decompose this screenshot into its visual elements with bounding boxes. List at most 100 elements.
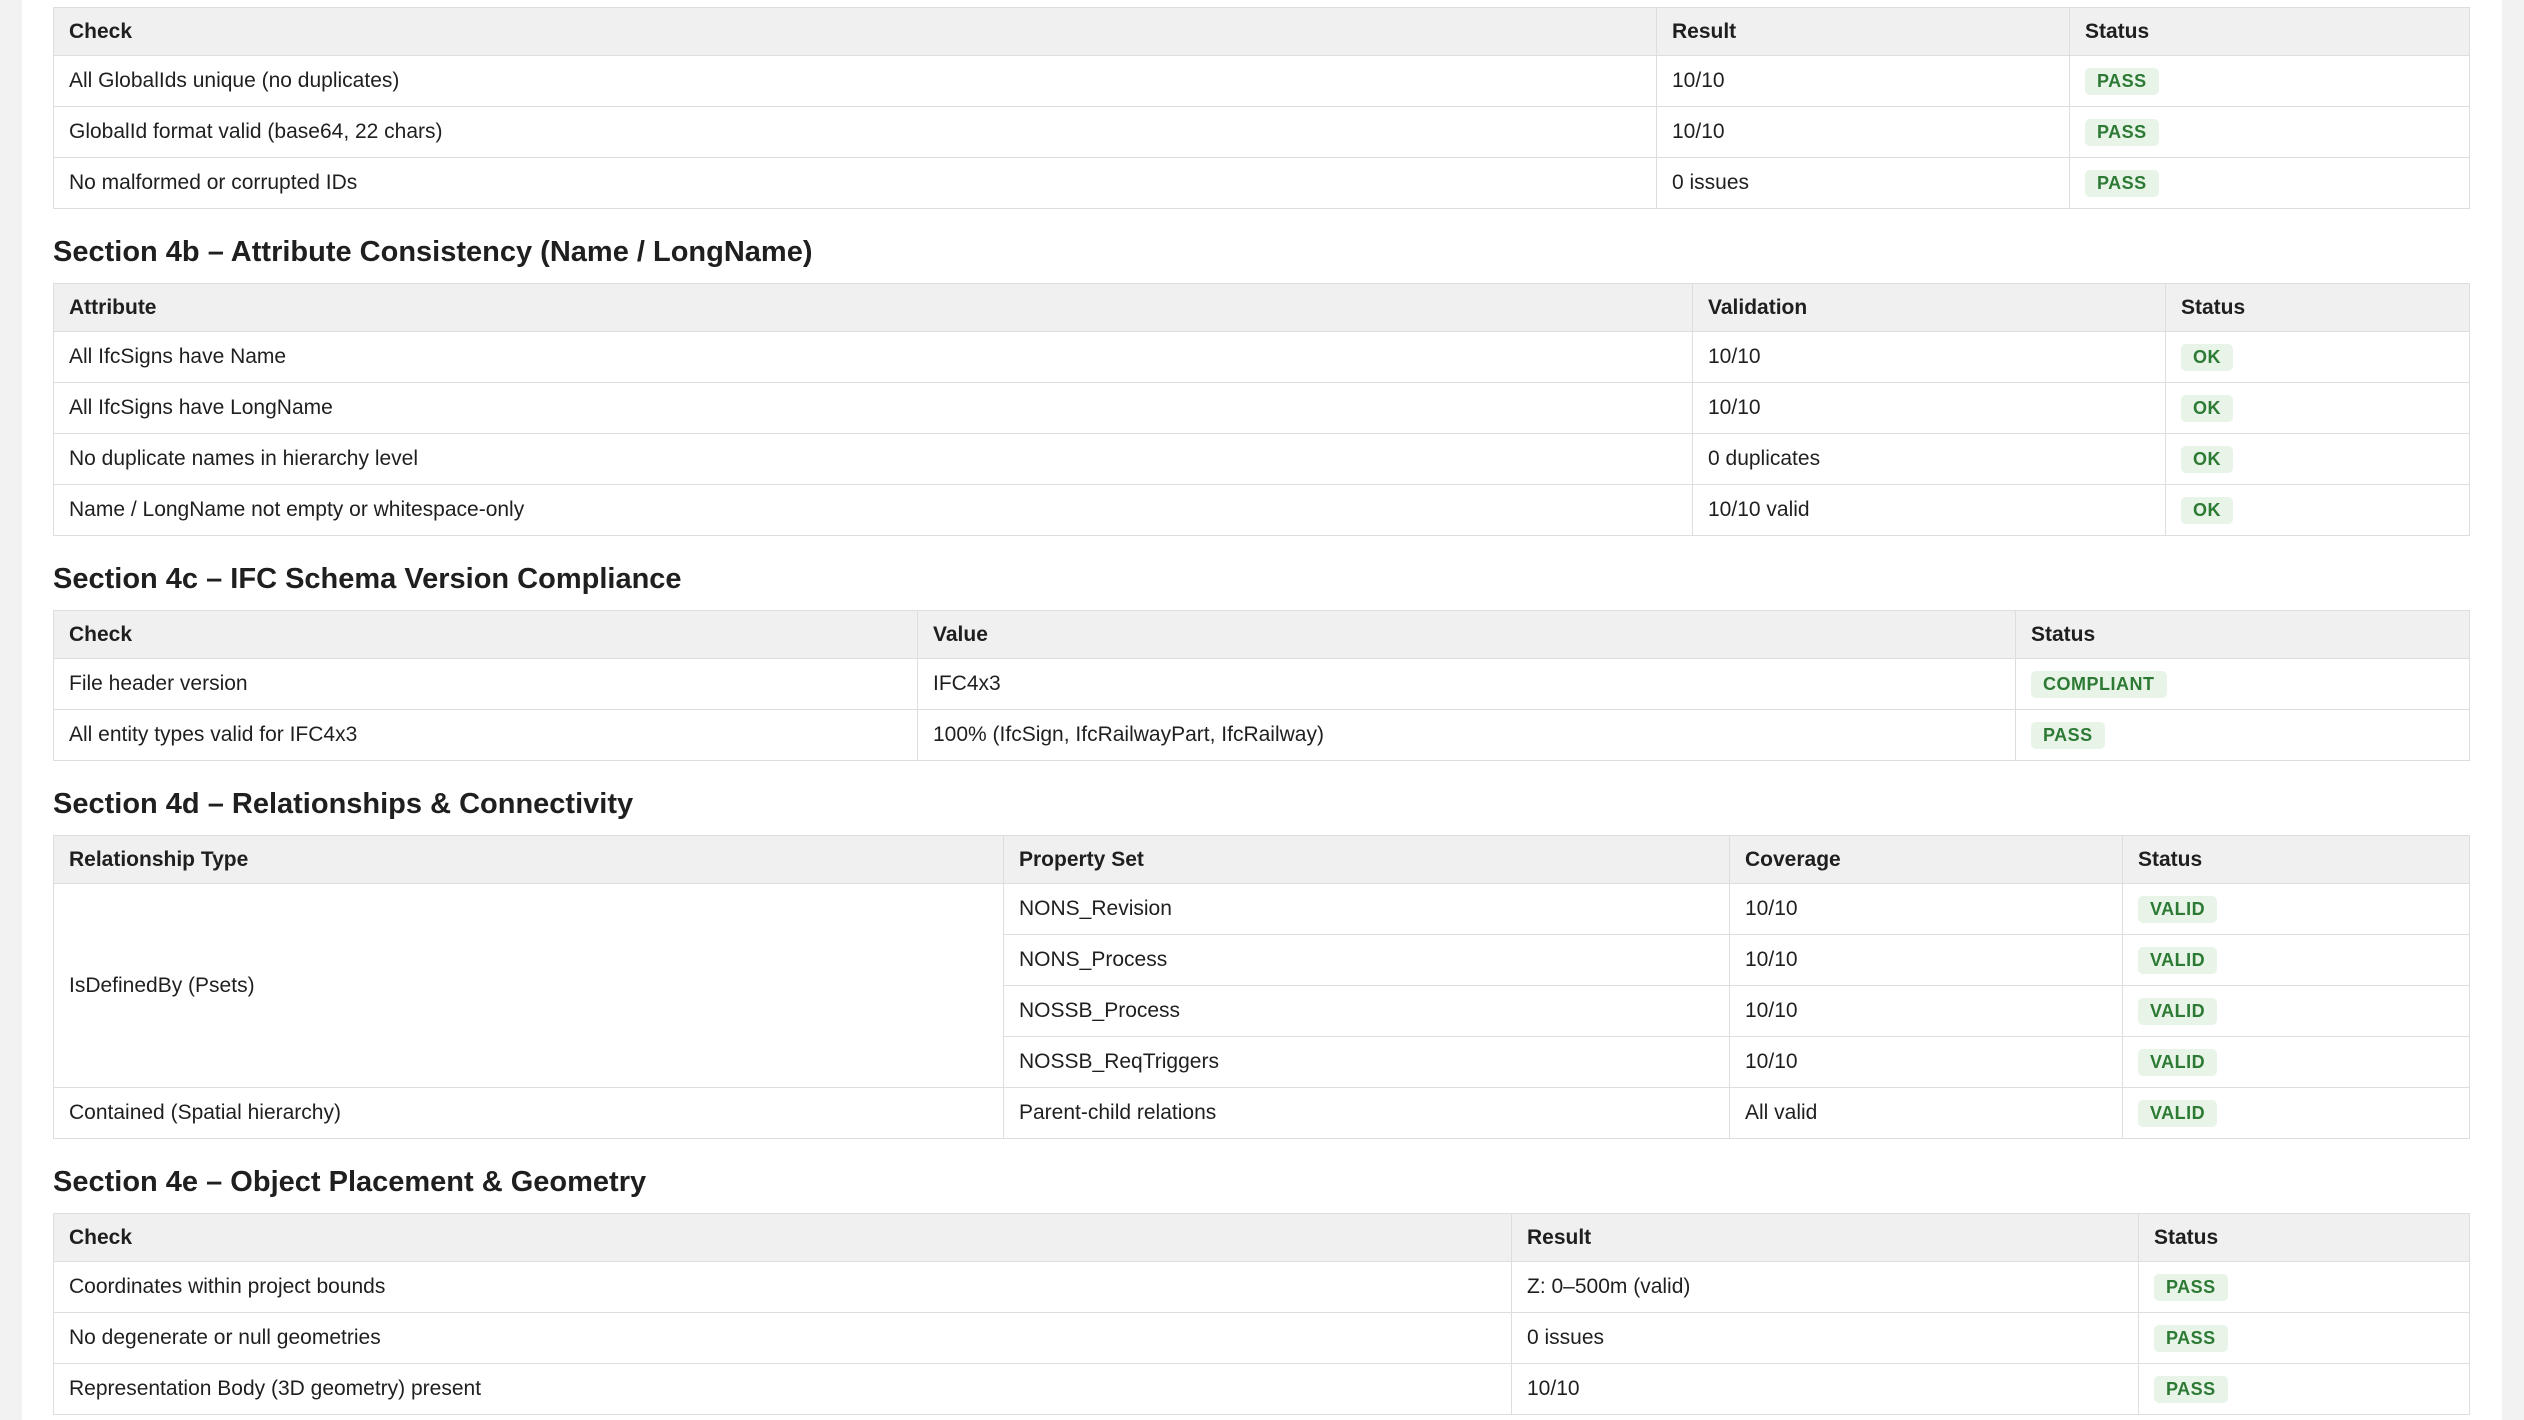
result-cell: 0 issues	[1656, 157, 2070, 209]
pset-cell: NONS_Process	[1003, 934, 1730, 986]
column-header: Value	[917, 610, 2016, 659]
check-cell: All GlobalIds unique (no duplicates)	[53, 55, 1657, 107]
status-badge: VALID	[2138, 895, 2218, 923]
column-header: Status	[2165, 283, 2470, 332]
check-cell: GlobalId format valid (base64, 22 chars)	[53, 106, 1657, 158]
placement-geometry-table: Check Result Status Coordinates within p…	[53, 1213, 2470, 1415]
coverage-cell: All valid	[1729, 1087, 2123, 1139]
check-cell: File header version	[53, 658, 918, 710]
coverage-cell: 10/10	[1729, 934, 2123, 986]
report-page: Check Result Status All GlobalIds unique…	[22, 0, 2502, 1420]
column-header: Coverage	[1729, 835, 2123, 884]
validation-cell: 10/10	[1692, 382, 2166, 434]
result-cell: 0 issues	[1511, 1312, 2139, 1364]
status-cell: PASS	[2069, 157, 2470, 209]
relationship-type-cell: IsDefinedBy (Psets)	[53, 883, 1004, 1088]
status-badge: PASS	[2031, 721, 2105, 749]
column-header: Result	[1511, 1213, 2139, 1262]
status-cell: VALID	[2122, 883, 2470, 935]
value-cell: 100% (IfcSign, IfcRailwayPart, IfcRailwa…	[917, 709, 2016, 761]
check-cell: All entity types valid for IFC4x3	[53, 709, 918, 761]
status-badge: PASS	[2085, 67, 2159, 95]
status-cell: OK	[2165, 484, 2470, 536]
column-header: Status	[2069, 7, 2470, 56]
schema-compliance-table: Check Value Status File header version I…	[53, 610, 2470, 761]
table-header-row: Check Value Status	[53, 610, 2470, 659]
column-header: Check	[53, 1213, 1512, 1262]
table-row: No malformed or corrupted IDs 0 issues P…	[53, 157, 2470, 209]
pset-cell: NOSSB_ReqTriggers	[1003, 1036, 1730, 1088]
status-cell: PASS	[2138, 1363, 2470, 1415]
check-cell: Representation Body (3D geometry) presen…	[53, 1363, 1512, 1415]
result-cell: 10/10	[1511, 1363, 2139, 1415]
section-title-4c: Section 4c – IFC Schema Version Complian…	[53, 563, 682, 595]
table-header-row: Check Result Status	[53, 7, 2470, 56]
report-content: Check Result Status All GlobalIds unique…	[53, 7, 2470, 1415]
status-badge: PASS	[2154, 1324, 2228, 1352]
validation-cell: 0 duplicates	[1692, 433, 2166, 485]
status-badge: OK	[2181, 445, 2233, 473]
status-badge: COMPLIANT	[2031, 670, 2167, 698]
status-cell: VALID	[2122, 1036, 2470, 1088]
table-row: Name / LongName not empty or whitespace-…	[53, 484, 2470, 536]
attribute-cell: All IfcSigns have Name	[53, 331, 1693, 383]
value-cell: IFC4x3	[917, 658, 2016, 710]
table-row: IsDefinedBy (Psets) NONS_Revision 10/10 …	[53, 883, 2470, 1088]
status-cell: VALID	[2122, 985, 2470, 1037]
status-badge: PASS	[2154, 1273, 2228, 1301]
status-cell: VALID	[2122, 934, 2470, 986]
check-cell: No malformed or corrupted IDs	[53, 157, 1657, 209]
column-header: Check	[53, 7, 1657, 56]
status-badge: VALID	[2138, 1048, 2218, 1076]
attribute-cell: Name / LongName not empty or whitespace-…	[53, 484, 1693, 536]
table-row: All IfcSigns have LongName 10/10 OK	[53, 382, 2470, 434]
column-header: Status	[2015, 610, 2470, 659]
validation-cell: 10/10	[1692, 331, 2166, 383]
coverage-cell: 10/10	[1729, 883, 2123, 935]
result-cell: 10/10	[1656, 55, 2070, 107]
column-header: Check	[53, 610, 918, 659]
status-badge: PASS	[2085, 169, 2159, 197]
coverage-cell: 10/10	[1729, 985, 2123, 1037]
status-badge: VALID	[2138, 1099, 2218, 1127]
status-badge: OK	[2181, 394, 2233, 422]
table-row: All IfcSigns have Name 10/10 OK	[53, 331, 2470, 383]
status-cell: PASS	[2069, 106, 2470, 158]
column-header: Relationship Type	[53, 835, 1004, 884]
check-cell: Coordinates within project bounds	[53, 1261, 1512, 1313]
table-row: No duplicate names in hierarchy level 0 …	[53, 433, 2470, 485]
table-header-row: Attribute Validation Status	[53, 283, 2470, 332]
column-header: Property Set	[1003, 835, 1730, 884]
table-row: Representation Body (3D geometry) presen…	[53, 1363, 2470, 1415]
result-cell: 10/10	[1656, 106, 2070, 158]
status-cell: COMPLIANT	[2015, 658, 2470, 710]
table-row: Coordinates within project bounds Z: 0–5…	[53, 1261, 2470, 1313]
column-header: Status	[2138, 1213, 2470, 1262]
relationship-type-cell: Contained (Spatial hierarchy)	[53, 1087, 1004, 1139]
status-badge: OK	[2181, 343, 2233, 371]
status-cell: PASS	[2015, 709, 2470, 761]
status-badge: PASS	[2085, 118, 2159, 146]
status-badge: VALID	[2138, 997, 2218, 1025]
section-title-4d: Section 4d – Relationships & Connectivit…	[53, 788, 634, 820]
relationships-table: Relationship Type Property Set Coverage …	[53, 835, 2470, 1139]
status-cell: OK	[2165, 382, 2470, 434]
column-header: Result	[1656, 7, 2070, 56]
status-badge: PASS	[2154, 1375, 2228, 1403]
status-cell: OK	[2165, 433, 2470, 485]
section-title-4b: Section 4b – Attribute Consistency (Name…	[53, 236, 813, 268]
table-header-row: Check Result Status	[53, 1213, 2470, 1262]
status-cell: PASS	[2069, 55, 2470, 107]
column-header: Status	[2122, 835, 2470, 884]
table-row: File header version IFC4x3 COMPLIANT	[53, 658, 2470, 710]
validation-cell: 10/10 valid	[1692, 484, 2166, 536]
status-cell: PASS	[2138, 1312, 2470, 1364]
result-cell: Z: 0–500m (valid)	[1511, 1261, 2139, 1313]
pset-cell: NOSSB_Process	[1003, 985, 1730, 1037]
section-title-4e: Section 4e – Object Placement & Geometry	[53, 1166, 647, 1198]
table-row: All GlobalIds unique (no duplicates) 10/…	[53, 55, 2470, 107]
attribute-cell: No duplicate names in hierarchy level	[53, 433, 1693, 485]
table-header-row: Relationship Type Property Set Coverage …	[53, 835, 2470, 884]
column-header: Validation	[1692, 283, 2166, 332]
pset-cell: Parent-child relations	[1003, 1087, 1730, 1139]
